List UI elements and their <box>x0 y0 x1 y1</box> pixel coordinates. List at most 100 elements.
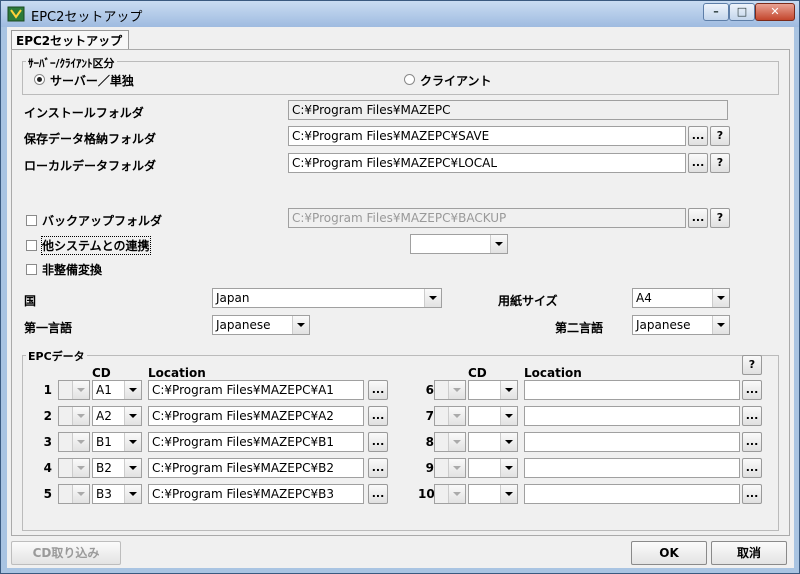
epc-cd-combo[interactable] <box>468 432 518 452</box>
epc-cd-combo[interactable]: A1 <box>92 380 142 400</box>
local-folder-field[interactable]: C:¥Program Files¥MAZEPC¥LOCAL <box>288 153 686 173</box>
chevron-down-icon <box>124 485 141 503</box>
save-folder-help-button[interactable]: ? <box>710 126 730 146</box>
minimize-icon: – <box>713 5 719 18</box>
local-folder-browse-button[interactable]: ... <box>688 153 708 173</box>
chevron-down-icon <box>500 407 517 425</box>
epc-location-browse-button[interactable]: ... <box>368 380 388 400</box>
save-folder-browse-button[interactable]: ... <box>688 126 708 146</box>
title-bar[interactable]: EPC2セットアップ – □ ✕ <box>1 1 799 27</box>
non-maintenance-checkbox[interactable] <box>26 264 37 275</box>
epc-drive-combo <box>434 406 466 426</box>
epc-cd-combo[interactable]: A2 <box>92 406 142 426</box>
epc-location-field[interactable] <box>524 484 740 504</box>
location-header-right: Location <box>524 366 582 380</box>
paper-size-combo[interactable]: A4 <box>632 288 730 308</box>
chevron-down-icon <box>448 459 465 477</box>
epc-drive-combo <box>434 484 466 504</box>
chevron-down-icon <box>124 459 141 477</box>
chevron-down-icon <box>712 316 729 334</box>
paper-size-label: 用紙サイズ <box>498 294 558 308</box>
epc-cd-combo[interactable] <box>468 380 518 400</box>
epc-location-browse-button[interactable]: ... <box>742 484 762 504</box>
save-folder-field[interactable]: C:¥Program Files¥MAZEPC¥SAVE <box>288 126 686 146</box>
maximize-icon: □ <box>736 5 748 18</box>
backup-folder-label[interactable]: バックアップフォルダ <box>42 212 162 229</box>
epc-cd-value: B3 <box>96 487 112 501</box>
cd-import-button[interactable]: CD取り込み <box>11 541 121 565</box>
country-value: Japan <box>216 291 250 305</box>
minimize-button[interactable]: – <box>703 3 729 21</box>
epc-location-field[interactable]: C:¥Program Files¥MAZEPC¥B1 <box>148 432 364 452</box>
second-language-value: Japanese <box>636 318 691 332</box>
backup-folder-help-button[interactable]: ? <box>710 208 730 228</box>
epc-location-field[interactable]: C:¥Program Files¥MAZEPC¥B3 <box>148 484 364 504</box>
country-combo[interactable]: Japan <box>212 288 442 308</box>
epc-row-number: 2 <box>43 409 52 423</box>
epc-cd-combo[interactable] <box>468 484 518 504</box>
epc-location-field[interactable] <box>524 458 740 478</box>
epc-cd-combo[interactable] <box>468 458 518 478</box>
chevron-down-icon <box>424 289 441 307</box>
setup-window: EPC2セットアップ – □ ✕ EPC2セットアップ ｻｰﾊﾞｰ/ｸﾗｲｱﾝﾄ… <box>0 0 800 574</box>
epc-location-browse-button[interactable]: ... <box>742 380 762 400</box>
epc-location-browse-button[interactable]: ... <box>368 484 388 504</box>
epc-help-button[interactable]: ? <box>742 355 762 375</box>
client-radio-label[interactable]: クライアント <box>420 72 492 89</box>
ok-button[interactable]: OK <box>631 541 707 565</box>
epc-drive-combo <box>58 380 90 400</box>
epc-location-browse-button[interactable]: ... <box>742 406 762 426</box>
epc-cd-combo[interactable]: B3 <box>92 484 142 504</box>
chevron-down-icon <box>124 381 141 399</box>
local-folder-label: ローカルデータフォルダ <box>24 159 157 173</box>
backup-folder-browse-button[interactable]: ... <box>688 208 708 228</box>
epc-location-field[interactable] <box>524 432 740 452</box>
epc-drive-combo <box>434 458 466 478</box>
maximize-button[interactable]: □ <box>729 3 755 21</box>
epc-location-field[interactable]: C:¥Program Files¥MAZEPC¥B2 <box>148 458 364 478</box>
epc-location-field[interactable] <box>524 406 740 426</box>
server-radio-label[interactable]: サーバー／単独 <box>50 72 134 89</box>
epc-row-number: 8 <box>425 435 434 449</box>
backup-folder-checkbox[interactable] <box>26 215 37 226</box>
epc-location-browse-button[interactable]: ... <box>368 406 388 426</box>
epc-location-field[interactable]: C:¥Program Files¥MAZEPC¥A2 <box>148 406 364 426</box>
epc-location-browse-button[interactable]: ... <box>742 458 762 478</box>
epc-cd-combo[interactable]: B1 <box>92 432 142 452</box>
chevron-down-icon <box>490 235 507 253</box>
epc-cd-combo[interactable]: B2 <box>92 458 142 478</box>
epc-data-group-label: EPCデータ <box>26 348 87 364</box>
epc-row-number: 4 <box>43 461 52 475</box>
epc-location-browse-button[interactable]: ... <box>742 432 762 452</box>
epc-location-browse-button[interactable]: ... <box>368 432 388 452</box>
install-folder-field: C:¥Program Files¥MAZEPC <box>288 100 728 120</box>
local-folder-help-button[interactable]: ? <box>710 153 730 173</box>
chevron-down-icon <box>500 459 517 477</box>
server-radio[interactable] <box>34 74 45 85</box>
epc-cd-combo[interactable] <box>468 406 518 426</box>
other-system-combo[interactable] <box>410 234 508 254</box>
chevron-down-icon <box>500 433 517 451</box>
other-system-label[interactable]: 他システムとの連携 <box>41 236 151 255</box>
chevron-down-icon <box>500 381 517 399</box>
mode-group-label: ｻｰﾊﾞｰ/ｸﾗｲｱﾝﾄ区分 <box>26 55 117 71</box>
second-language-combo[interactable]: Japanese <box>632 315 730 335</box>
epc-location-field[interactable] <box>524 380 740 400</box>
non-maintenance-label[interactable]: 非整備変換 <box>42 261 102 278</box>
client-radio[interactable] <box>404 74 415 85</box>
chevron-down-icon <box>712 289 729 307</box>
chevron-down-icon <box>448 407 465 425</box>
save-folder-label: 保存データ格納フォルダ <box>24 132 157 146</box>
tab-epc2-setup[interactable]: EPC2セットアップ <box>11 30 129 50</box>
first-language-combo[interactable]: Japanese <box>212 315 310 335</box>
epc-row-number: 1 <box>43 383 52 397</box>
other-system-checkbox[interactable] <box>26 240 37 251</box>
cancel-button[interactable]: 取消 <box>711 541 787 565</box>
epc-cd-value: B1 <box>96 435 112 449</box>
epc-drive-combo <box>58 406 90 426</box>
epc-row-number: 9 <box>425 461 434 475</box>
chevron-down-icon <box>72 407 89 425</box>
epc-location-field[interactable]: C:¥Program Files¥MAZEPC¥A1 <box>148 380 364 400</box>
close-button[interactable]: ✕ <box>755 3 795 21</box>
epc-location-browse-button[interactable]: ... <box>368 458 388 478</box>
